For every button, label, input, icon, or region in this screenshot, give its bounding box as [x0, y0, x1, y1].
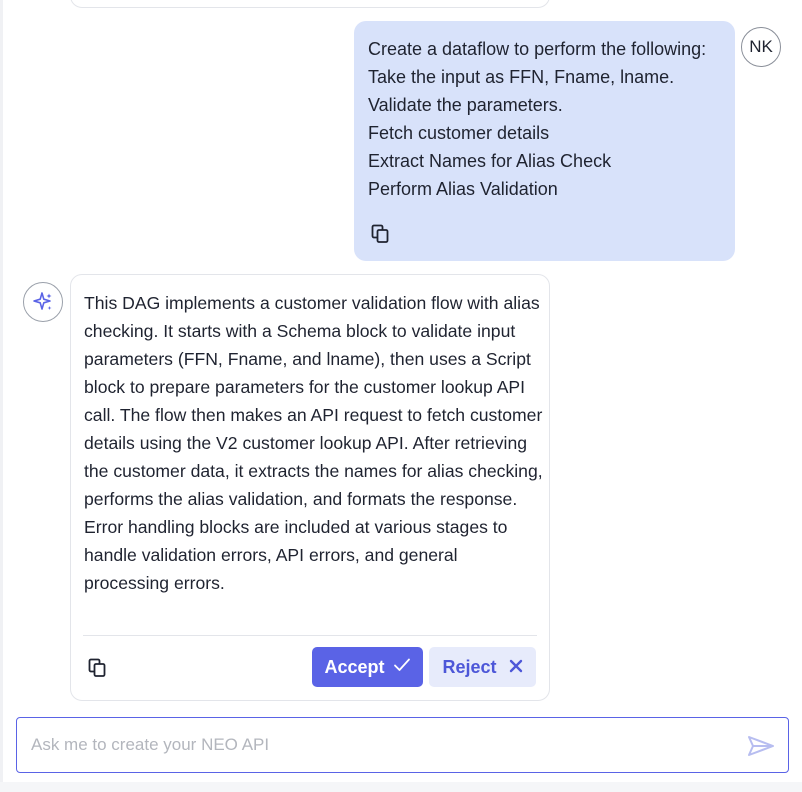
user-message-line: Validate the parameters.	[368, 95, 563, 115]
sparkle-icon	[23, 282, 63, 322]
chat-panel: Create a dataflow to perform the followi…	[0, 0, 802, 792]
user-message-line: Take the input as FFN, Fname, lname.	[368, 67, 675, 87]
card-divider	[83, 635, 537, 636]
message-composer	[16, 717, 789, 773]
panel-edge	[0, 0, 3, 792]
user-avatar: NK	[741, 27, 781, 67]
user-message-line: Extract Names for Alias Check	[368, 151, 612, 171]
send-icon[interactable]	[744, 732, 778, 760]
user-message-line: Perform Alias Validation	[368, 179, 558, 199]
user-message-bubble: Create a dataflow to perform the followi…	[354, 21, 735, 261]
user-message-line: Create a dataflow to perform the followi…	[368, 39, 707, 59]
assistant-message-text: This DAG implements a customer validatio…	[84, 293, 543, 593]
reject-button-label: Reject	[442, 656, 497, 677]
assistant-message-card: This DAG implements a customer validatio…	[70, 274, 550, 701]
footer-strip	[0, 782, 802, 792]
accept-button-label: Accept	[324, 656, 385, 677]
reject-button[interactable]: Reject	[429, 647, 536, 687]
prompt-input[interactable]	[31, 732, 731, 758]
previous-message-card	[70, 0, 550, 8]
copy-icon[interactable]	[87, 657, 109, 679]
user-message-line: Fetch customer details	[368, 123, 550, 143]
copy-icon[interactable]	[370, 223, 392, 245]
checkmark-icon	[393, 657, 411, 678]
close-icon	[509, 657, 523, 678]
accept-button[interactable]: Accept	[312, 647, 423, 687]
